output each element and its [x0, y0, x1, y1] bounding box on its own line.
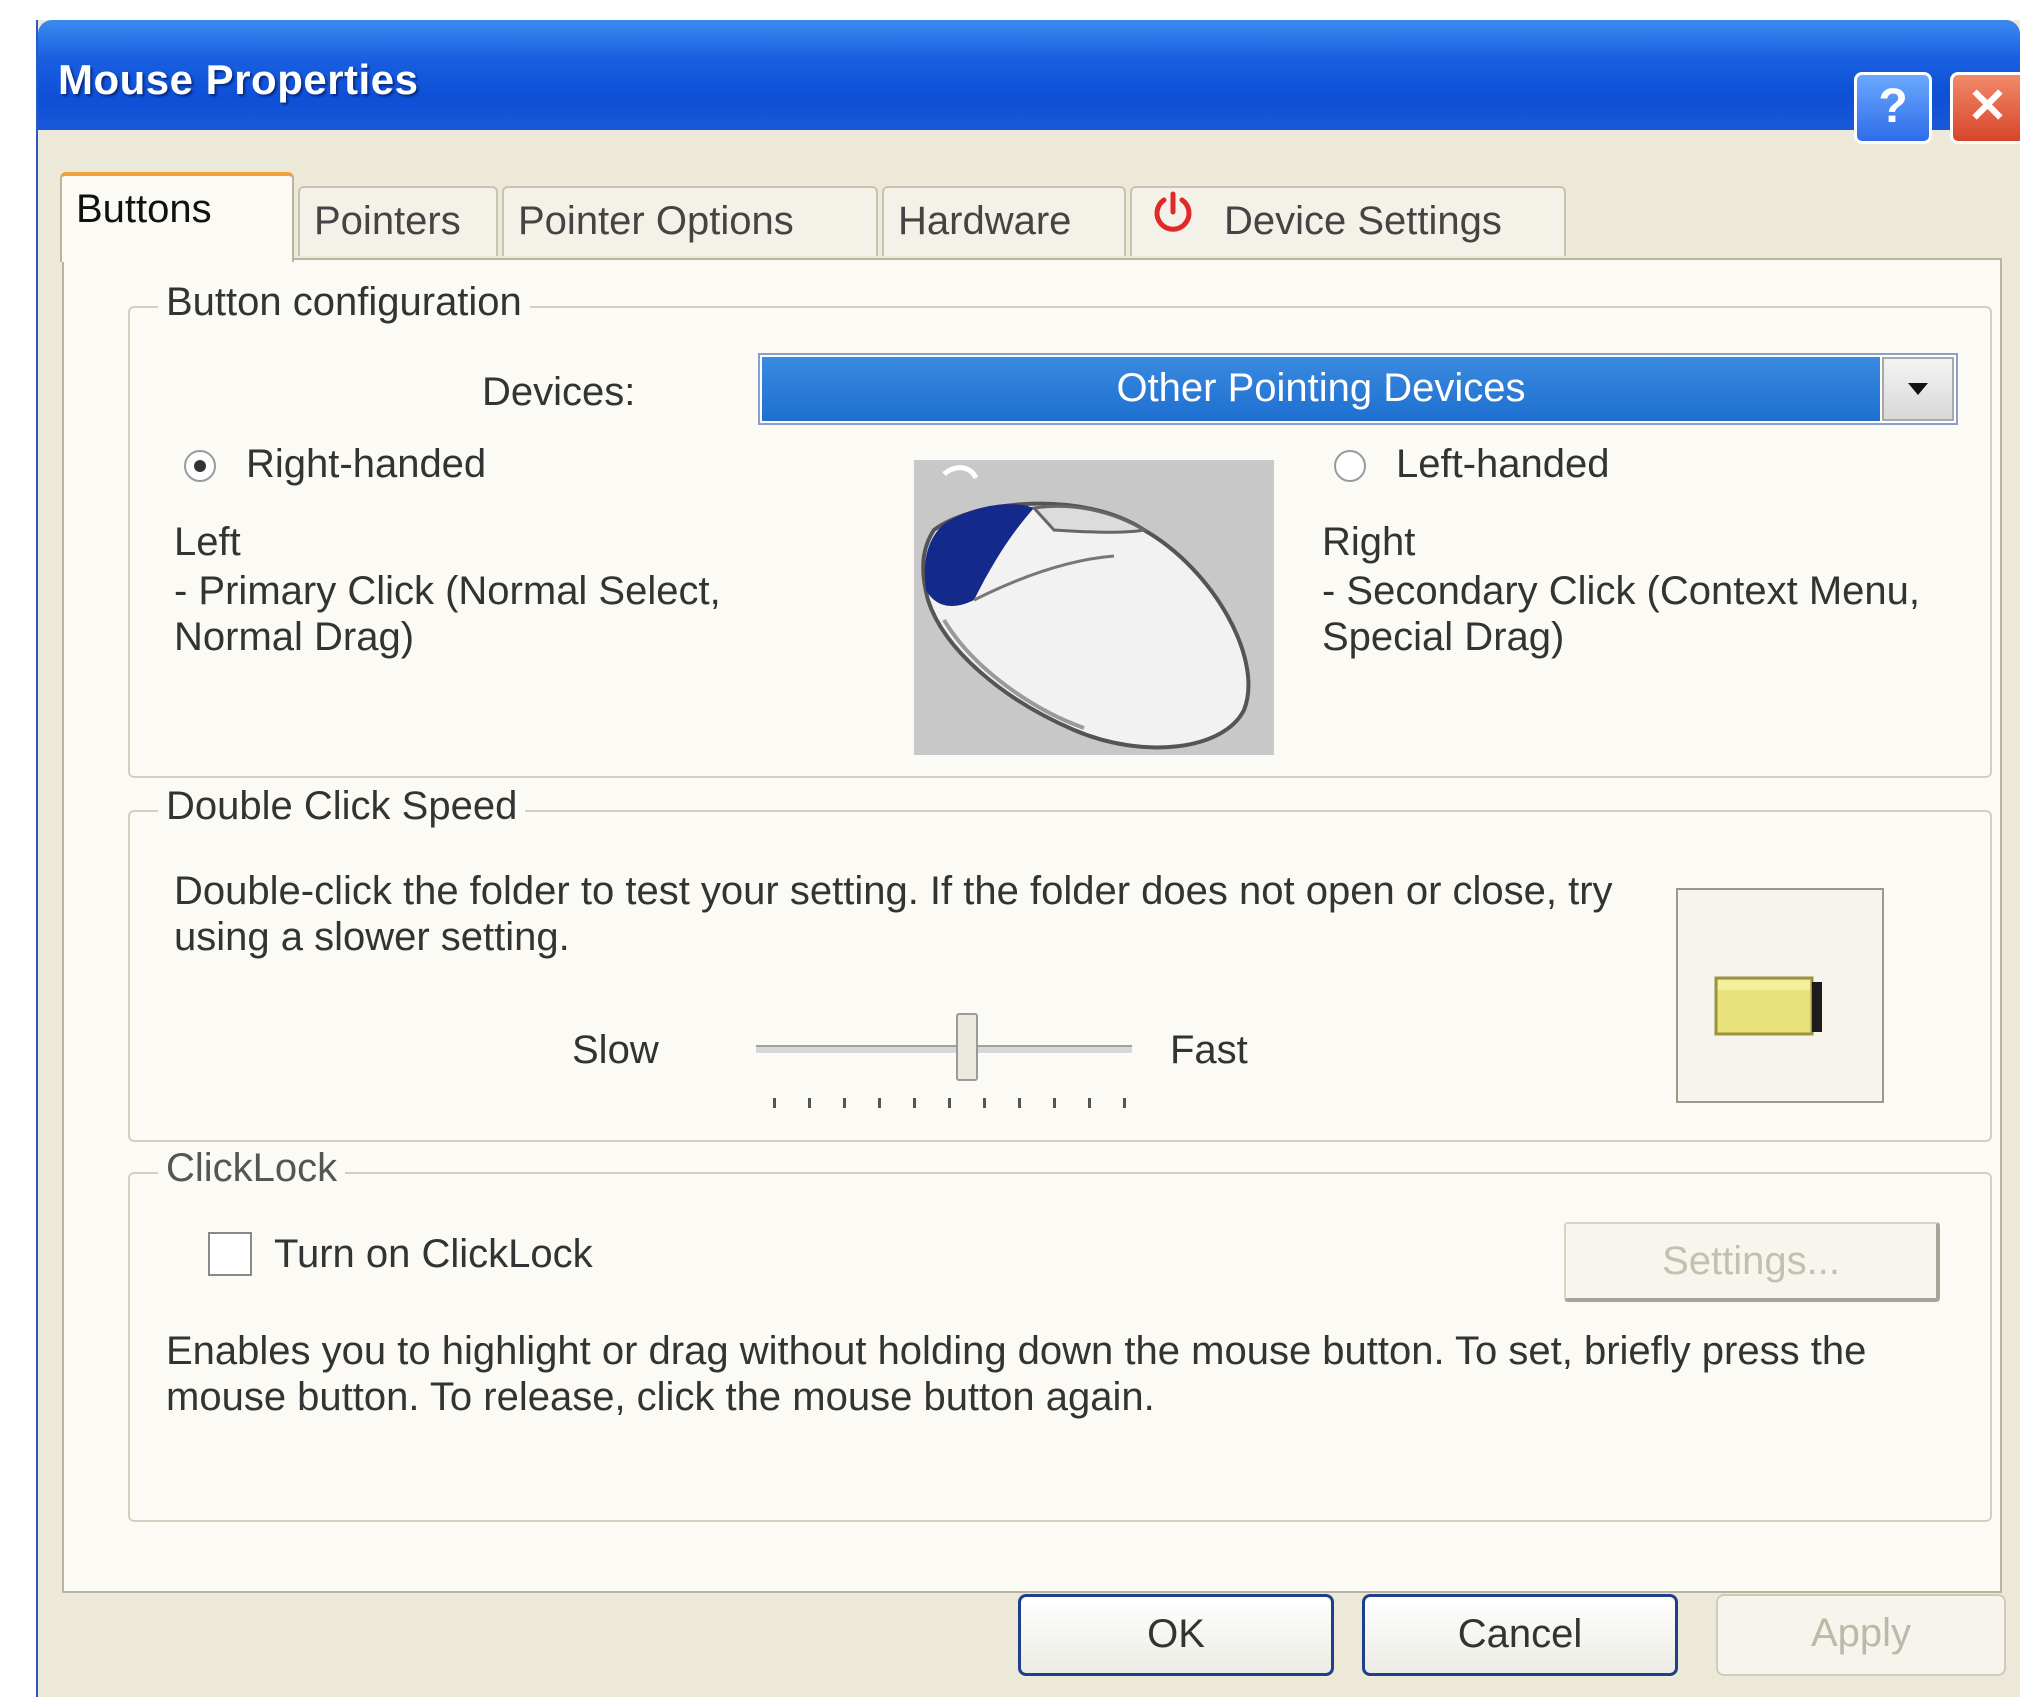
slider-tick	[1088, 1098, 1091, 1108]
clicklock-label: ClickLock	[158, 1146, 346, 1191]
mouse-icon	[914, 460, 1274, 755]
devices-label: Devices:	[482, 370, 636, 414]
double-click-speed-label: Double Click Speed	[158, 784, 526, 829]
tab-strip: Buttons Pointers Pointer Options Hardwar…	[38, 170, 2020, 262]
right-handed-label[interactable]: Right-handed	[246, 442, 486, 487]
left-handed-radio[interactable]	[1334, 450, 1366, 482]
tab-device-settings[interactable]: Device Settings	[1130, 186, 1566, 256]
slider-tick	[948, 1098, 951, 1108]
apply-button[interactable]: Apply	[1716, 1594, 2006, 1676]
tab-hardware[interactable]: Hardware	[882, 186, 1126, 256]
clicklock-checkbox-label[interactable]: Turn on ClickLock	[274, 1232, 593, 1277]
left-button-description: - Primary Click (Normal Select, Normal D…	[174, 569, 721, 659]
right-button-title: Right	[1322, 520, 1416, 564]
dropdown-arrow-button[interactable]	[1882, 357, 1954, 421]
close-button[interactable]: ✕	[1950, 72, 2020, 144]
clicklock-checkbox[interactable]	[208, 1232, 252, 1276]
power-icon	[1150, 190, 1196, 256]
button-configuration-label: Button configuration	[158, 280, 530, 325]
double-click-speed-track[interactable]	[756, 1045, 1132, 1055]
devices-dropdown[interactable]: Other Pointing Devices	[758, 353, 1958, 425]
slow-label: Slow	[572, 1028, 659, 1072]
slider-tick	[878, 1098, 881, 1108]
devices-selected-value: Other Pointing Devices	[762, 357, 1880, 421]
cancel-button[interactable]: Cancel	[1362, 1594, 1678, 1676]
left-handed-label[interactable]: Left-handed	[1396, 442, 1610, 487]
help-icon: ?	[1878, 80, 1908, 133]
slider-tick	[843, 1098, 846, 1108]
double-click-description: Double-click the folder to test your set…	[174, 869, 1613, 959]
double-click-speed-slider[interactable]	[955, 1013, 978, 1081]
window-title: Mouse Properties	[58, 56, 419, 103]
test-folder-box[interactable]	[1676, 888, 1884, 1103]
tab-buttons[interactable]: Buttons	[60, 172, 294, 262]
help-button[interactable]: ?	[1854, 72, 1932, 144]
slider-tick	[808, 1098, 811, 1108]
slider-tick	[1123, 1098, 1126, 1108]
right-handed-radio[interactable]	[184, 450, 216, 482]
folder-icon	[1714, 976, 1822, 1036]
slider-tick	[1053, 1098, 1056, 1108]
slider-tick	[1018, 1098, 1021, 1108]
slider-ticks	[773, 1098, 1126, 1112]
slider-tick	[913, 1098, 916, 1108]
tab-pointer-options[interactable]: Pointer Options	[502, 186, 878, 256]
title-bar[interactable]: Mouse Properties ? ✕	[38, 20, 2020, 144]
ok-button[interactable]: OK	[1018, 1594, 1334, 1676]
slider-tick	[773, 1098, 776, 1108]
clicklock-description: Enables you to highlight or drag without…	[166, 1329, 1867, 1419]
left-button-title: Left	[174, 520, 241, 564]
right-button-description: - Secondary Click (Context Menu, Special…	[1322, 569, 1921, 659]
chevron-down-icon	[1908, 383, 1928, 395]
fast-label: Fast	[1170, 1028, 1248, 1072]
mouse-properties-window: Mouse Properties ? ✕ Buttons Pointers Po…	[36, 20, 2020, 1697]
close-icon: ✕	[1967, 80, 2008, 133]
clicklock-settings-button[interactable]: Settings...	[1564, 1222, 1940, 1302]
tab-pointers[interactable]: Pointers	[298, 186, 498, 256]
tab-device-settings-label: Device Settings	[1224, 199, 1502, 243]
slider-tick	[983, 1098, 986, 1108]
